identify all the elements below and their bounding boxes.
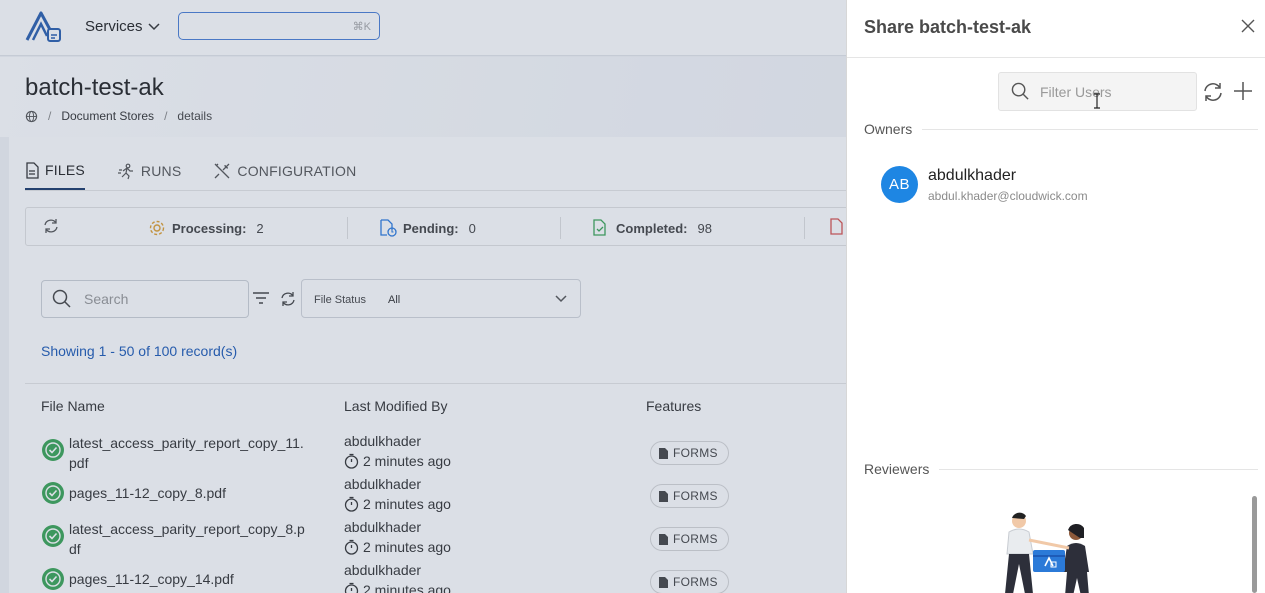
search-icon [1011, 82, 1029, 100]
owner-email: abdul.khader@cloudwick.com [928, 189, 1088, 203]
owner-name: abdulkhader [928, 167, 1017, 184]
drawer-scrollbar[interactable] [1252, 496, 1257, 593]
text-cursor-icon [1093, 93, 1101, 109]
reviewers-label: Reviewers [864, 461, 930, 477]
add-user-button[interactable] [1232, 80, 1254, 102]
owners-section-header: Owners [864, 121, 1258, 137]
owners-label: Owners [864, 121, 913, 137]
close-icon [1241, 19, 1255, 33]
refresh-icon [1204, 83, 1222, 101]
empty-reviewers-illustration [997, 508, 1107, 593]
refresh-users-button[interactable] [1201, 80, 1225, 104]
plus-icon [1234, 82, 1252, 100]
modal-backdrop[interactable] [0, 0, 846, 593]
filter-users-input[interactable] [1040, 83, 1180, 100]
share-drawer: Share batch-test-ak Owners AB abdulkhade… [846, 0, 1265, 593]
avatar: AB [881, 166, 918, 203]
share-drawer-title: Share batch-test-ak [864, 17, 1032, 37]
reviewers-section-header: Reviewers [864, 461, 1258, 477]
close-button[interactable] [1240, 18, 1256, 34]
